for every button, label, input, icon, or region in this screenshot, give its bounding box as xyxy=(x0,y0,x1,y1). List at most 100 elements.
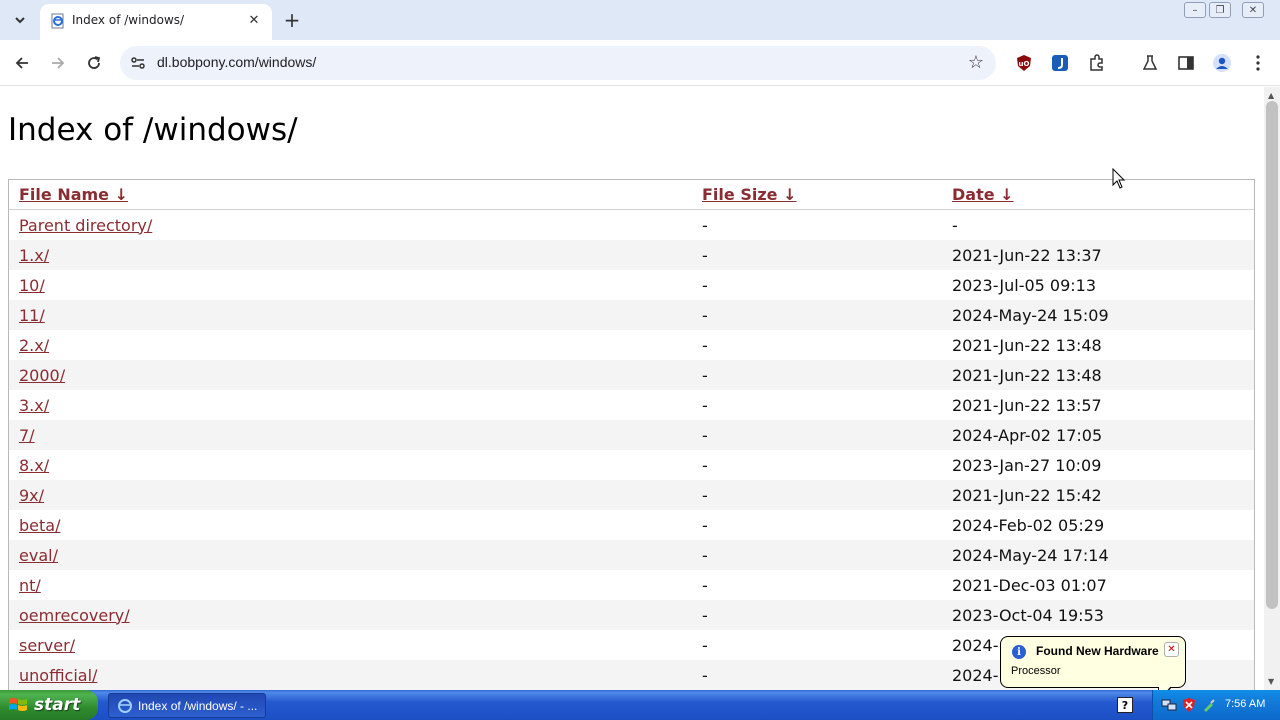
file-size-cell: - xyxy=(691,510,941,540)
minimize-button[interactable]: – xyxy=(1184,2,1206,18)
table-row: beta/ - 2024-Feb-02 05:29 xyxy=(9,510,1254,540)
sort-by-size-link[interactable]: File Size ↓ xyxy=(702,185,796,204)
date-cell: 2023-Jul-05 09:13 xyxy=(941,270,1254,300)
directory-link[interactable]: beta/ xyxy=(19,516,60,535)
sort-by-name-link[interactable]: File Name ↓ xyxy=(19,185,128,204)
table-row: Parent directory/ - - xyxy=(9,210,1254,240)
network-icon[interactable] xyxy=(1161,697,1177,713)
directory-link[interactable]: 1.x/ xyxy=(19,246,49,265)
directory-link[interactable]: 8.x/ xyxy=(19,456,49,475)
file-size-cell: - xyxy=(691,390,941,420)
tab-search-button[interactable] xyxy=(8,8,32,32)
profile-button[interactable] xyxy=(1211,52,1233,74)
safely-remove-icon[interactable] xyxy=(1201,697,1217,713)
file-size-cell: - xyxy=(691,270,941,300)
table-row: 8.x/ - 2023-Jan-27 10:09 xyxy=(9,450,1254,480)
tab-strip: Index of /windows/ ✕ + – ❐ ✕ xyxy=(0,0,1280,40)
labs-button[interactable] xyxy=(1139,52,1161,74)
directory-link[interactable]: 3.x/ xyxy=(19,396,49,415)
date-value: 2024-May-24 15:09 xyxy=(952,305,1109,325)
back-button[interactable] xyxy=(10,51,34,75)
date-cell: 2021-Jun-22 13:48 xyxy=(941,330,1254,360)
file-name-cell: 8.x/ xyxy=(9,450,691,480)
table-row: 11/ - 2024-May-24 15:09 xyxy=(9,300,1254,330)
taskbar-window-button[interactable]: Index of /windows/ - ... xyxy=(108,693,266,718)
date-cell: 2021-Jun-22 13:57 xyxy=(941,390,1254,420)
date-cell: 2023-Oct-04 19:53 xyxy=(941,600,1254,630)
scroll-down-arrow-icon[interactable]: ▼ xyxy=(1268,677,1274,686)
directory-link[interactable]: 7/ xyxy=(19,426,35,445)
directory-link[interactable]: 11/ xyxy=(19,306,45,325)
antivirus-icon[interactable] xyxy=(1181,697,1197,713)
file-listing-table: File Name ↓ File Size ↓ Date ↓ Parent di… xyxy=(8,179,1255,690)
date-value: 2024-Feb-02 05:29 xyxy=(952,515,1105,535)
table-row: nt/ - 2021-Dec-03 01:07 xyxy=(9,570,1254,600)
file-size-value: - xyxy=(702,575,708,595)
directory-link[interactable]: server/ xyxy=(19,636,75,655)
date-value: 2024- xyxy=(952,665,999,685)
file-name-cell: 11/ xyxy=(9,300,691,330)
directory-link[interactable]: unofficial/ xyxy=(19,666,97,685)
extensions-menu-button[interactable] xyxy=(1086,52,1108,74)
directory-link[interactable]: 2000/ xyxy=(19,366,65,385)
directory-link[interactable]: 10/ xyxy=(19,276,45,295)
scroll-up-arrow-icon[interactable]: ▲ xyxy=(1268,91,1274,100)
page-scrollbar[interactable]: ▲ ▼ xyxy=(1264,87,1280,690)
date-cell: 2023-Jan-27 10:09 xyxy=(941,450,1254,480)
directory-link[interactable]: nt/ xyxy=(19,576,41,595)
forward-button[interactable] xyxy=(46,51,70,75)
new-tab-button[interactable]: + xyxy=(280,8,304,32)
scrollbar-thumb[interactable] xyxy=(1266,101,1278,609)
extension-button[interactable] xyxy=(1049,52,1071,74)
bookmark-star-icon[interactable]: ☆ xyxy=(968,52,984,73)
file-size-cell: - xyxy=(691,540,941,570)
file-name-cell: 3.x/ xyxy=(9,390,691,420)
sort-by-date-link[interactable]: Date ↓ xyxy=(952,185,1014,204)
date-value: 2021-Jun-22 13:48 xyxy=(952,335,1102,355)
help-icon[interactable]: ? xyxy=(1117,697,1133,713)
directory-link[interactable]: oemrecovery/ xyxy=(19,606,130,625)
directory-link[interactable]: Parent directory/ xyxy=(19,216,152,235)
browser-menu-button[interactable] xyxy=(1247,52,1269,74)
site-settings-icon[interactable] xyxy=(130,55,146,71)
restore-button[interactable]: ❐ xyxy=(1209,2,1231,18)
header-file-name: File Name ↓ xyxy=(9,180,691,209)
reload-button[interactable] xyxy=(82,51,106,75)
side-panel-button[interactable] xyxy=(1175,52,1197,74)
directory-link[interactable]: eval/ xyxy=(19,546,58,565)
file-size-value: - xyxy=(702,245,708,265)
address-bar[interactable]: dl.bobpony.com/windows/ ☆ xyxy=(120,46,996,80)
file-name-cell: 1.x/ xyxy=(9,240,691,270)
date-value: 2021-Jun-22 13:48 xyxy=(952,365,1102,385)
table-row: eval/ - 2024-May-24 17:14 xyxy=(9,540,1254,570)
page-viewport: Index of /windows/ File Name ↓ File Size… xyxy=(0,87,1264,690)
ie-page-icon xyxy=(118,698,132,713)
file-size-cell: - xyxy=(691,210,941,240)
close-window-button[interactable]: ✕ xyxy=(1242,2,1264,18)
table-row: 9x/ - 2021-Jun-22 15:42 xyxy=(9,480,1254,510)
ie-page-icon xyxy=(51,13,64,29)
plus-icon: + xyxy=(283,8,301,32)
tab-close-button[interactable]: ✕ xyxy=(244,10,264,30)
system-tray: 7:56 AM xyxy=(1152,690,1280,720)
file-size-cell: - xyxy=(691,660,941,690)
tab-title: Index of /windows/ xyxy=(72,13,185,27)
tab-active[interactable]: Index of /windows/ ✕ xyxy=(40,4,272,40)
file-size-cell: - xyxy=(691,240,941,270)
chevron-down-icon xyxy=(15,17,25,24)
date-cell: 2021-Dec-03 01:07 xyxy=(941,570,1254,600)
date-cell: - xyxy=(941,210,1254,240)
url-text[interactable]: dl.bobpony.com/windows/ xyxy=(157,54,316,70)
flask-icon xyxy=(1142,55,1158,70)
ublock-extension-button[interactable]: uO xyxy=(1013,52,1035,74)
start-button[interactable]: start xyxy=(0,690,98,720)
directory-link[interactable]: 9x/ xyxy=(19,486,44,505)
mouse-cursor-icon xyxy=(1112,168,1126,189)
date-cell: 2024-Feb-02 05:29 xyxy=(941,510,1254,540)
balloon-close-button[interactable]: ✕ xyxy=(1164,642,1179,657)
found-new-hardware-balloon[interactable]: i Found New Hardware Processor ✕ xyxy=(1000,636,1186,688)
extension-app-icon xyxy=(1052,55,1068,71)
directory-link[interactable]: 2.x/ xyxy=(19,336,49,355)
table-row: 10/ - 2023-Jul-05 09:13 xyxy=(9,270,1254,300)
file-size-cell: - xyxy=(691,420,941,450)
